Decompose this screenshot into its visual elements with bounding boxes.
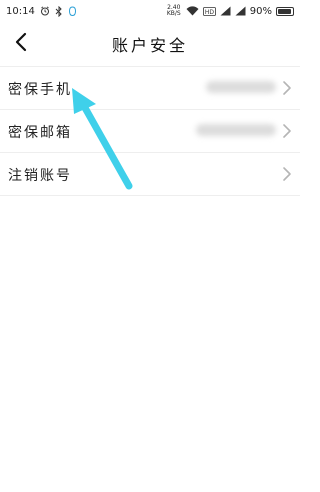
list-item-security-email[interactable]: 密保邮箱 [0,110,300,153]
chevron-right-icon [283,124,291,138]
battery-percent: 90% [249,5,272,17]
list-item-value-blurred [206,81,276,93]
settings-list: 密保手机 密保邮箱 注销账号 [0,66,300,196]
list-item-label: 密保邮箱 [8,125,72,141]
list-item-label: 密保手机 [8,82,72,98]
header: 账户安全 [0,22,300,62]
battery-icon [276,6,294,16]
wifi-icon [186,6,199,16]
network-speed: 2.40 KB/S [166,5,182,17]
chevron-right-icon [283,167,291,181]
alarm-icon [40,6,50,16]
status-bar: 10:14 2.40 KB/S HD 90% [0,0,300,22]
page-title: 账户安全 [111,36,188,55]
status-time: 10:14 [6,5,35,17]
chevron-right-icon [283,81,291,95]
bluetooth-icon [55,5,63,17]
network-speed-unit: KB/S [166,10,181,17]
status-right: 2.40 KB/S HD 90% [166,5,294,17]
list-item-value-blurred [196,124,276,136]
list-item-delete-account[interactable]: 注销账号 [0,153,300,196]
notification-icon [68,5,77,17]
svg-text:HD: HD [205,8,215,15]
list-item-security-phone[interactable]: 密保手机 [0,66,300,110]
list-item-label: 注销账号 [8,168,72,184]
signal-icon-2 [235,6,246,16]
signal-icon [220,6,231,16]
status-left: 10:14 [6,5,77,17]
hd-icon: HD [202,6,216,16]
